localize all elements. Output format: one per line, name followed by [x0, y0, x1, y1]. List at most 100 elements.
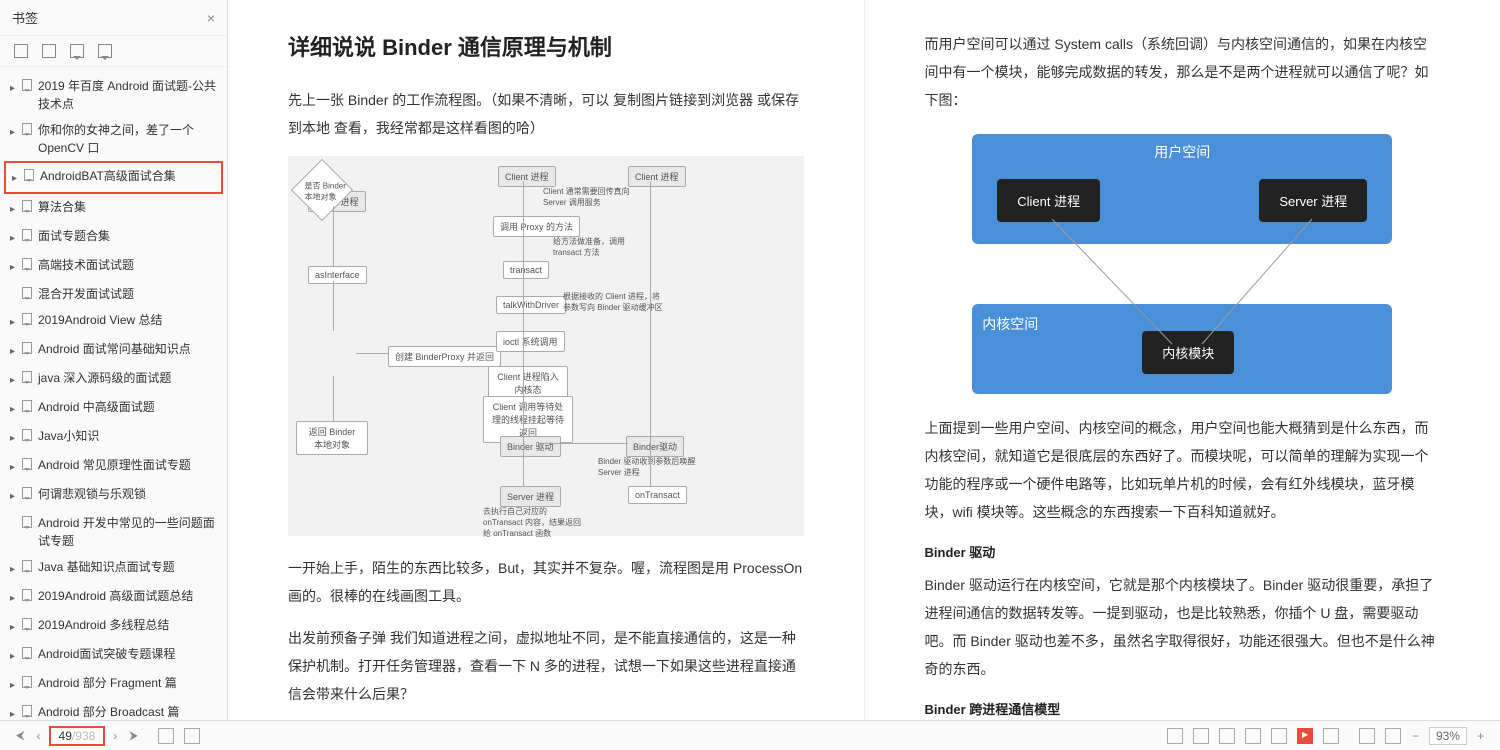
bookmark-item[interactable]: ▸ Java小知识 — [4, 423, 223, 452]
bookmark-ribbon-icon — [22, 79, 32, 91]
bookmark-label: Android 常见原理性面试专题 — [38, 456, 217, 474]
binder-flowchart: Client 进程 asInterface 是否 Binder 本地对象 返回 … — [288, 156, 804, 536]
expand-arrow-icon[interactable]: ▸ — [10, 677, 20, 695]
section-heading: Binder 跨进程通信模型 — [925, 699, 1441, 718]
close-icon[interactable]: × — [207, 10, 215, 26]
expand-arrow-icon[interactable]: ▸ — [10, 459, 20, 477]
last-page-button[interactable]: ⮞ — [123, 728, 144, 743]
expand-arrow-icon[interactable]: ▸ — [10, 590, 20, 608]
book-view-icon[interactable] — [1271, 728, 1287, 744]
bookmark-item[interactable]: ▸ 2019 年百度 Android 面试题-公共技术点 — [4, 73, 223, 117]
expand-arrow-icon[interactable]: ▸ — [10, 259, 20, 277]
paragraph: 而用户空间可以通过 System calls（系统回调）与内核空间通信的，如果在… — [925, 30, 1441, 114]
bookmark-outline-icon[interactable] — [98, 44, 112, 58]
expand-arrow-icon[interactable]: ▸ — [10, 343, 20, 361]
bookmark-item[interactable]: ▸Java 基础知识点面试专题 — [4, 554, 223, 583]
bookmark-label: 混合开发面试试题 — [38, 285, 217, 303]
zoom-fit-icon[interactable] — [1359, 728, 1375, 744]
server-process-box: Server 进程 — [1259, 179, 1367, 222]
kernel-module-box: 内核模块 — [1142, 331, 1234, 374]
bookmark-ribbon-icon — [22, 618, 32, 630]
expand-arrow-icon[interactable]: ▸ — [10, 401, 20, 419]
bookmark-item[interactable]: ▸Android 面试常问基础知识点 — [4, 336, 223, 365]
bookmark-item[interactable]: ▸面试专题合集 — [4, 223, 223, 252]
expand-arrow-icon[interactable]: ▸ — [10, 430, 20, 448]
bookmark-label: 2019Android 多线程总结 — [38, 616, 217, 634]
zoom-in-button[interactable]: + — [1471, 729, 1490, 743]
fit-page-icon[interactable] — [1219, 728, 1235, 744]
bookmark-item[interactable]: ▸ Android面试突破专题课程 — [4, 641, 223, 670]
bookmark-label: 你和你的女神之间，差了一个 OpenCV 口 — [38, 121, 217, 157]
bookmark-ribbon-icon — [22, 487, 32, 499]
bookmark-item[interactable]: ▸ Android 中高级面试题 — [4, 394, 223, 423]
bookmark-label: Java小知识 — [38, 427, 217, 445]
bookmark-ribbon-icon — [22, 516, 32, 528]
bookmark-item[interactable]: ▸ Android 部分 Fragment 篇 — [4, 670, 223, 699]
expand-arrow-icon[interactable]: ▸ — [10, 648, 20, 666]
bookmark-item[interactable]: ▸ Android 常见原理性面试专题 — [4, 452, 223, 481]
expand-arrow-icon[interactable]: ▸ — [10, 488, 20, 506]
bookmark-label: Android 部分 Fragment 篇 — [38, 674, 217, 692]
zoom-actual-icon[interactable] — [1385, 728, 1401, 744]
bookmark-item[interactable]: ▸ 2019Android View 总结 — [4, 307, 223, 336]
bookmark-item[interactable]: ▸ java 深入源码级的面试题 — [4, 365, 223, 394]
paragraph: 先上一张 Binder 的工作流程图。（如果不清晰，可以 复制图片链接到浏览器 … — [288, 86, 804, 142]
bookmark-item[interactable]: ▸2019Android 高级面试题总结 — [4, 583, 223, 612]
bookmark-label: java 深入源码级的面试题 — [38, 369, 217, 387]
bookmark-ribbon-icon — [22, 560, 32, 572]
first-page-button[interactable]: ⮜ — [10, 728, 31, 743]
bookmark-label: 高端技术面试试题 — [38, 256, 217, 274]
single-page-icon[interactable] — [158, 728, 174, 744]
expand-arrow-icon[interactable]: ▸ — [10, 80, 20, 98]
bookmark-ribbon-icon — [22, 400, 32, 412]
expand-arrow-icon[interactable]: ▸ — [10, 619, 20, 637]
bookmark-item[interactable]: ▸ 高端技术面试试题 — [4, 252, 223, 281]
bookmark-label: 算法合集 — [38, 198, 217, 216]
bookmark-item[interactable]: ▸ 你和你的女神之间，差了一个 OpenCV 口 — [4, 117, 223, 161]
bookmark-item[interactable]: ▸Android 部分 Broadcast 篇 — [4, 699, 223, 720]
bookmark-item[interactable]: ▸ 2019Android 多线程总结 — [4, 612, 223, 641]
bookmark-icon[interactable] — [70, 44, 84, 58]
slideshow-icon[interactable] — [1297, 728, 1313, 744]
bookmark-ribbon-icon — [22, 342, 32, 354]
expand-arrow-icon[interactable]: ▸ — [10, 372, 20, 390]
collapse-all-icon[interactable] — [42, 44, 56, 58]
fit-width-icon[interactable] — [1193, 728, 1209, 744]
next-page-button[interactable]: › — [107, 729, 123, 743]
bookmark-item[interactable]: ▸ 算法合集 — [4, 194, 223, 223]
expand-arrow-icon[interactable]: ▸ — [10, 124, 20, 142]
expand-arrow-icon[interactable]: ▸ — [10, 561, 20, 579]
two-page-icon[interactable] — [1245, 728, 1261, 744]
rotate-icon[interactable] — [1323, 728, 1339, 744]
bookmark-ribbon-icon — [22, 123, 32, 135]
bookmark-label: Android 开发中常见的一些问题面试专题 — [38, 514, 217, 550]
bookmark-item[interactable]: Android 开发中常见的一些问题面试专题 — [4, 510, 223, 554]
zoom-out-button[interactable]: − — [1406, 729, 1425, 743]
bookmark-item[interactable]: ▸ 何谓悲观锁与乐观锁 — [4, 481, 223, 510]
expand-arrow-icon[interactable]: ▸ — [10, 230, 20, 248]
view-mode-icon[interactable] — [1167, 728, 1183, 744]
bookmark-item[interactable]: 混合开发面试试题 — [4, 281, 223, 307]
bookmark-ribbon-icon — [22, 676, 32, 688]
bookmark-ribbon-icon — [22, 313, 32, 325]
bookmark-ribbon-icon — [22, 458, 32, 470]
expand-arrow-icon[interactable]: ▸ — [10, 201, 20, 219]
bookmark-list: ▸ 2019 年百度 Android 面试题-公共技术点 ▸ 你和你的女神之间，差了一… — [0, 67, 227, 720]
bookmark-label: Android 中高级面试题 — [38, 398, 217, 416]
bookmark-label: 2019Android View 总结 — [38, 311, 217, 329]
bookmark-item[interactable]: ▸AndroidBAT高级面试合集 — [4, 161, 223, 194]
page-number-input[interactable]: 49/938 — [49, 726, 106, 746]
bookmark-label: 2019 年百度 Android 面试题-公共技术点 — [38, 77, 217, 113]
paragraph: 一开始上手，陌生的东西比较多，But，其实并不复杂。喔，流程图是用 Proces… — [288, 554, 804, 610]
bookmark-ribbon-icon — [24, 169, 34, 181]
expand-arrow-icon[interactable]: ▸ — [12, 170, 22, 188]
bookmark-ribbon-icon — [22, 589, 32, 601]
continuous-page-icon[interactable] — [184, 728, 200, 744]
bookmark-label: 何谓悲观锁与乐观锁 — [38, 485, 217, 503]
zoom-level[interactable]: 93% — [1429, 727, 1467, 745]
expand-all-icon[interactable] — [14, 44, 28, 58]
expand-arrow-icon[interactable]: ▸ — [10, 314, 20, 332]
expand-arrow-icon[interactable]: ▸ — [10, 706, 20, 720]
bookmark-label: Android面试突破专题课程 — [38, 645, 217, 663]
prev-page-button[interactable]: ‹ — [31, 729, 47, 743]
